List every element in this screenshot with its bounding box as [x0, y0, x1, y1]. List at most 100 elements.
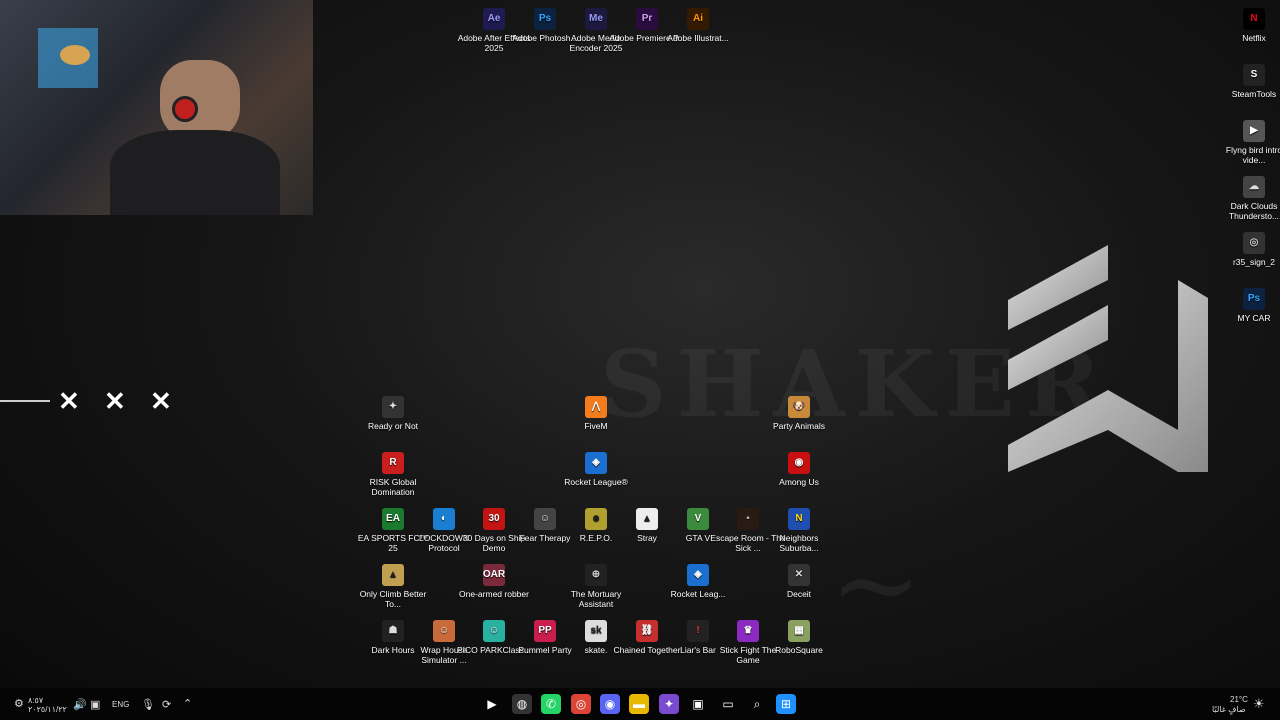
headset-icon	[172, 96, 198, 122]
volume-icon[interactable]: 🔊	[73, 698, 87, 711]
desktop-icon[interactable]: OAR One-armed robber	[456, 564, 532, 599]
file-explorer-icon[interactable]: ▬	[629, 694, 649, 714]
app-icon: Pr	[636, 8, 658, 30]
desktop-icon-label: One-armed robber	[459, 589, 529, 599]
app-icon: ☻	[585, 508, 607, 530]
desktop-icon-label: Dark Clouds Thundersto...	[1228, 201, 1280, 221]
desktop-icon-label: r35_sign_2	[1232, 257, 1276, 267]
fireplace-light	[60, 45, 90, 65]
app-icon: ▲	[636, 508, 658, 530]
app-icon: V	[687, 508, 709, 530]
desktop-icon[interactable]: ⋀ FiveM	[558, 396, 634, 431]
person-body	[110, 130, 280, 215]
desktop-icon[interactable]: 🐶 Party Animals	[761, 396, 837, 431]
desktop-icon[interactable]: ▶ Flyng bird intro vide...	[1216, 120, 1280, 165]
weather-icon[interactable]: ☀	[1253, 696, 1265, 712]
app-icon: R	[382, 452, 404, 474]
desktop-icon[interactable]: ✦ Ready or Not	[355, 396, 431, 431]
app-icon: 🐶	[788, 396, 810, 418]
app-icon: N	[788, 508, 810, 530]
app-icon: ☗	[382, 620, 404, 642]
webcam-overlay	[0, 0, 313, 215]
wallpaper-logo	[1008, 245, 1208, 472]
desktop-icon[interactable]: ✕ Deceit	[761, 564, 837, 599]
app-icon: EA	[382, 508, 404, 530]
app-icon: ☺	[483, 620, 505, 642]
app-icon: ✕	[788, 564, 810, 586]
app-icon: Ai	[687, 8, 709, 30]
settings-icon[interactable]: ⚙	[14, 697, 24, 710]
desktop-icon-label: Ready or Not	[367, 421, 419, 431]
app-icon: PP	[534, 620, 556, 642]
windows-start-icon[interactable]: ⊞	[776, 694, 796, 714]
app-icon: ⊕	[585, 564, 607, 586]
app-icon: ◈	[687, 564, 709, 586]
desktop-icon[interactable]: N Netflix	[1216, 8, 1280, 43]
taskbar: ⚙ ٨:٥٧ ٢٠٢٥/١١/٢٢ 🔊 ▣ ENG 🎙 ⟳ ⌃ ⊞ ⌕ ▭ ▣ ✦ ▬ ◉ ◎…	[0, 688, 1280, 720]
language-indicator[interactable]: ENG	[112, 700, 129, 709]
desktop-icon[interactable]: Ps MY CAR	[1216, 288, 1280, 323]
desktop-icon-label: Netflix	[1242, 33, 1266, 43]
copilot-icon[interactable]: ✦	[659, 694, 679, 714]
x-mark: ✕	[104, 386, 126, 416]
app-icon: ◉	[788, 452, 810, 474]
media-player-icon[interactable]: ▶	[482, 694, 502, 714]
desktop-icon[interactable]: ◈ Rocket League®	[558, 452, 634, 487]
desktop-icon[interactable]: ▲ Only Climb Better To...	[355, 564, 431, 609]
microphone-icon[interactable]: 🎙	[141, 698, 155, 711]
desktop-icon-label: Among Us	[779, 477, 819, 487]
tray-time: ٨:٥٧	[28, 696, 44, 705]
discord-icon[interactable]: ◉	[600, 694, 620, 714]
app-icon: ♛	[737, 620, 759, 642]
desktop-icon-label: SteamTools	[1231, 89, 1277, 99]
task-view-icon[interactable]: ▭	[718, 694, 738, 714]
chevron-up-icon[interactable]: ⌃	[183, 697, 192, 710]
desktop-icon[interactable]: ☁ Dark Clouds Thundersto...	[1216, 176, 1280, 221]
desktop-icon[interactable]: ◎ r35_sign_2	[1216, 232, 1280, 267]
desktop-icon-label: Party Animals	[773, 421, 825, 431]
desktop-icon[interactable]: ◉ Among Us	[761, 452, 837, 487]
desktop-icon[interactable]: R RISK Global Domination	[355, 452, 431, 497]
app-icon: !	[687, 620, 709, 642]
app-icon: N	[1243, 8, 1265, 30]
app-icon: ⋀	[585, 396, 607, 418]
x-mark: ✕	[150, 386, 172, 416]
desktop-icon[interactable]: ◈ Rocket Leag...	[660, 564, 736, 599]
person-head	[160, 60, 240, 140]
app-icon: ⛓	[636, 620, 658, 642]
desktop-icon[interactable]: ▦ RoboSquare	[761, 620, 837, 655]
desktop-icon[interactable]: Ai Adobe Illustrat...	[660, 8, 736, 43]
sync-icon[interactable]: ⟳	[162, 698, 171, 711]
whatsapp-icon[interactable]: ✆	[541, 694, 561, 714]
x-mark: ✕	[58, 386, 80, 416]
app-icon: ◐	[433, 508, 455, 530]
app-icon: OAR	[483, 564, 505, 586]
app-icon: ◈	[585, 452, 607, 474]
desktop-icon-label: Only Climb Better To...	[359, 589, 427, 609]
app-icon: ▲	[382, 564, 404, 586]
weather-temp: 21°C	[1230, 695, 1248, 704]
desktop-icon-label: Rocket League®	[564, 477, 628, 487]
app-icon: Ae	[483, 8, 505, 30]
search-icon[interactable]: ⌕	[747, 694, 767, 714]
desktop-icon-label: RoboSquare	[775, 645, 823, 655]
chrome-icon[interactable]: ◎	[571, 694, 591, 714]
wallpaper-script-decoration: ~	[830, 520, 923, 648]
desktop-icon-label: Rocket Leag...	[670, 589, 726, 599]
desktop-icon[interactable]: S SteamTools	[1216, 64, 1280, 99]
network-icon[interactable]: ▣	[90, 698, 100, 711]
store-icon[interactable]: ▣	[688, 694, 708, 714]
desktop-icon[interactable]: N Neighbors Suburba...	[761, 508, 837, 553]
app-icon: Ps	[534, 8, 556, 30]
overlay-line	[0, 400, 50, 402]
desktop-icon-label: MY CAR	[1237, 313, 1271, 323]
app-icon: ◎	[1243, 232, 1265, 254]
app-icon: S	[1243, 64, 1265, 86]
app-icon: ✦	[382, 396, 404, 418]
desktop-icon[interactable]: ⊕ The Mortuary Assistant	[558, 564, 634, 609]
app-icon: ▦	[788, 620, 810, 642]
app-icon: Ps	[1243, 288, 1265, 310]
tray-date: ٢٠٢٥/١١/٢٢	[28, 705, 67, 714]
desktop-icon-label: The Mortuary Assistant	[570, 589, 622, 609]
obs-icon[interactable]: ◍	[512, 694, 532, 714]
